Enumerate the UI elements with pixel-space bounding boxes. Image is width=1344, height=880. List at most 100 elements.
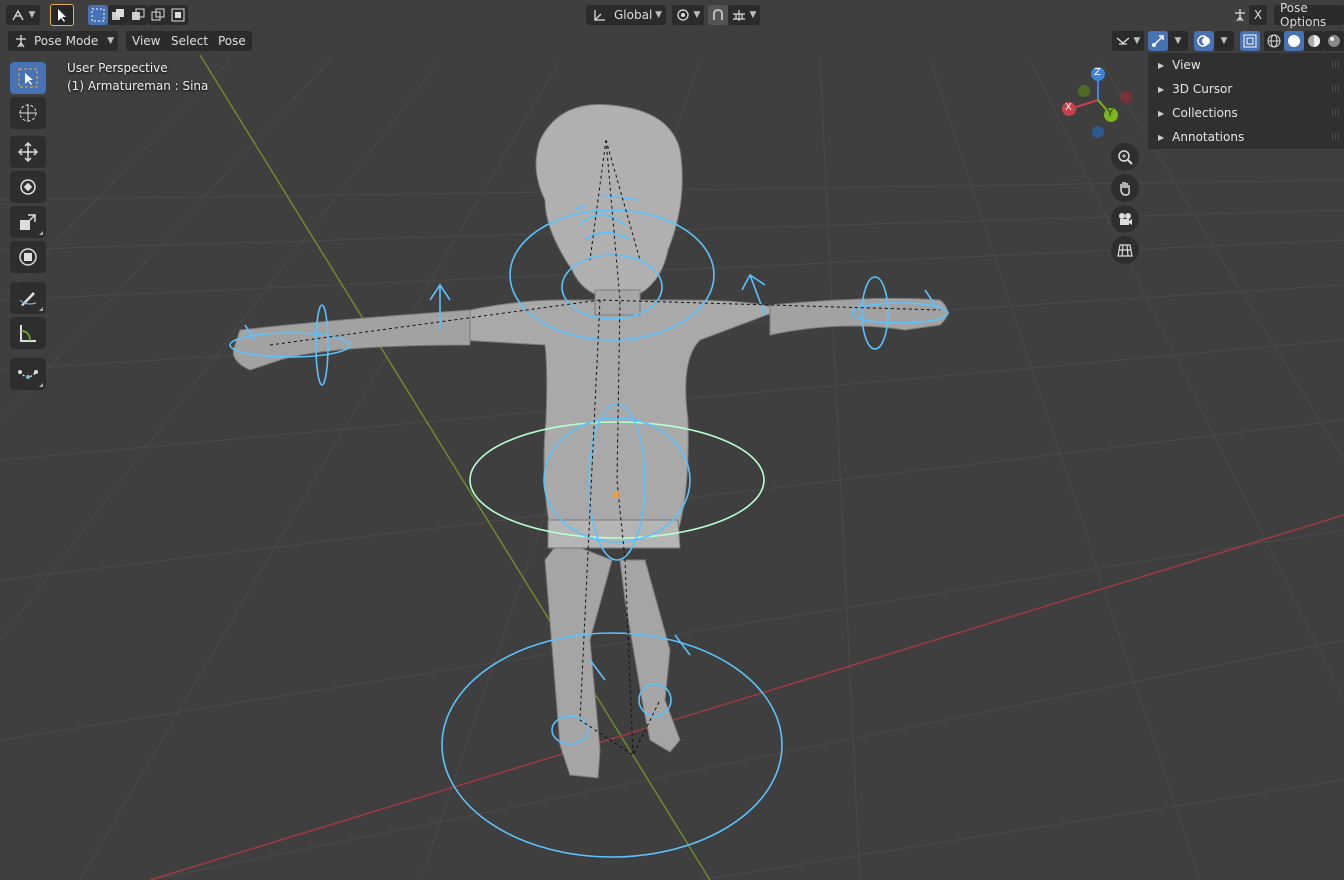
pose-options-dropdown[interactable]: Pose Options bbox=[1274, 1, 1344, 29]
annotate-icon bbox=[19, 292, 37, 306]
select-subtract-icon bbox=[132, 8, 145, 20]
transform-tool[interactable] bbox=[10, 241, 46, 273]
camera-view-button[interactable] bbox=[1111, 205, 1139, 233]
perspective-label: User Perspective bbox=[67, 61, 168, 75]
select-mode-extend[interactable] bbox=[108, 5, 128, 25]
tool-settings-dropdown[interactable]: ▼ bbox=[6, 5, 40, 25]
mode-label: Pose Mode bbox=[34, 34, 99, 48]
rotate-icon bbox=[20, 179, 36, 195]
gizmo-y-label: Y bbox=[1107, 108, 1114, 119]
panel-3d-cursor[interactable]: ▶ 3D Cursor bbox=[1148, 77, 1344, 101]
viewport-scene bbox=[0, 54, 1344, 880]
gizmo-icon bbox=[1152, 35, 1164, 47]
select-mode-intersect[interactable] bbox=[168, 5, 188, 25]
pivot-icon bbox=[676, 9, 689, 21]
pan-button[interactable] bbox=[1111, 174, 1139, 202]
gizmo-dropdown[interactable]: ▼ bbox=[1168, 31, 1188, 51]
camera-icon bbox=[1119, 213, 1132, 225]
transform-icon bbox=[19, 248, 37, 266]
pivot-point-dropdown[interactable]: ▼ bbox=[672, 5, 704, 25]
snap-increment-icon bbox=[732, 10, 745, 21]
snap-target-dropdown[interactable]: ▼ bbox=[728, 5, 760, 25]
tool-header: ▼ Global ▼ ▼ ▼ X Pose Options bbox=[0, 0, 1344, 30]
select-box-tool[interactable] bbox=[10, 62, 46, 94]
zoom-button[interactable] bbox=[1111, 143, 1139, 171]
gizmo-z-label: Z bbox=[1094, 67, 1101, 78]
grid-icon bbox=[1117, 244, 1133, 257]
projection-toggle-button[interactable] bbox=[1111, 236, 1139, 264]
rendered-shading-icon bbox=[1328, 35, 1340, 47]
x-mirror-label: X bbox=[1253, 8, 1263, 22]
overlays-dropdown[interactable]: ▼ bbox=[1214, 31, 1234, 51]
panel-view[interactable]: ▶ View bbox=[1148, 53, 1344, 77]
select-extend-icon bbox=[112, 9, 124, 20]
active-tool-button[interactable] bbox=[50, 4, 74, 26]
panel-collections[interactable]: ▶ Collections bbox=[1148, 101, 1344, 125]
rotate-tool[interactable] bbox=[10, 171, 46, 203]
selectability-icon bbox=[1116, 37, 1129, 45]
panel-label: Annotations bbox=[1172, 130, 1245, 144]
shading-rendered[interactable] bbox=[1324, 31, 1344, 51]
expand-arrow-icon: ▶ bbox=[1158, 132, 1165, 142]
transform-orientation-value: Global bbox=[614, 8, 653, 22]
move-icon bbox=[18, 142, 38, 162]
select-invert-icon bbox=[151, 8, 165, 21]
menu-pose[interactable]: Pose bbox=[212, 31, 252, 51]
expand-arrow-icon: ▶ bbox=[1158, 60, 1165, 70]
xray-icon bbox=[1243, 34, 1257, 48]
drag-handle-icon[interactable] bbox=[1332, 133, 1340, 141]
gizmo-x-label: X bbox=[1065, 102, 1072, 113]
active-object-label: (1) Armatureman : Sina bbox=[67, 79, 209, 93]
sidebar: ▶ View ▶ 3D Cursor ▶ Collections ▶ Annot… bbox=[1148, 53, 1344, 149]
overlays-toggle[interactable] bbox=[1194, 31, 1214, 51]
drag-handle-icon[interactable] bbox=[1332, 85, 1340, 93]
orientation-icon bbox=[594, 10, 605, 21]
snap-toggle[interactable] bbox=[708, 5, 728, 25]
xray-toggle[interactable] bbox=[1240, 31, 1260, 51]
select-mode-invert[interactable] bbox=[148, 5, 168, 25]
cursor-tool[interactable] bbox=[10, 97, 46, 129]
scale-tool[interactable] bbox=[10, 206, 46, 238]
arrow-cursor-icon bbox=[58, 9, 66, 22]
measure-tool[interactable] bbox=[10, 317, 46, 349]
shading-wireframe[interactable] bbox=[1264, 31, 1284, 51]
mode-dropdown[interactable]: Pose Mode ▼ bbox=[8, 31, 118, 51]
select-new-icon bbox=[91, 8, 105, 22]
select-intersect-icon bbox=[171, 8, 185, 22]
scale-icon bbox=[20, 214, 36, 230]
shading-solid[interactable] bbox=[1284, 31, 1304, 51]
relax-tool[interactable] bbox=[10, 358, 46, 390]
pose-mode-icon bbox=[16, 35, 26, 48]
relax-icon bbox=[18, 370, 38, 379]
drag-handle-icon[interactable] bbox=[1332, 109, 1340, 117]
select-mode-subtract[interactable] bbox=[128, 5, 148, 25]
select-mode-new[interactable] bbox=[88, 5, 108, 25]
pose-options-icon-button[interactable] bbox=[1230, 5, 1250, 25]
3d-viewport[interactable]: Z X Y User Perspective (1) Armatureman :… bbox=[0, 0, 1344, 880]
shading-material[interactable] bbox=[1304, 31, 1324, 51]
annotate-tool[interactable] bbox=[10, 282, 46, 314]
cursor-icon bbox=[19, 104, 37, 122]
magnet-icon bbox=[713, 8, 723, 20]
drag-handle-icon[interactable] bbox=[1332, 61, 1340, 69]
menu-view[interactable]: View bbox=[126, 31, 167, 51]
x-mirror-toggle[interactable]: X bbox=[1249, 5, 1267, 25]
visibility-dropdown[interactable]: ▼ bbox=[1112, 31, 1144, 51]
zoom-icon bbox=[1118, 150, 1133, 165]
panel-label: 3D Cursor bbox=[1172, 82, 1233, 96]
menu-select[interactable]: Select bbox=[165, 31, 215, 51]
expand-arrow-icon: ▶ bbox=[1158, 108, 1165, 118]
expand-arrow-icon: ▶ bbox=[1158, 84, 1165, 94]
pose-options-label: Pose Options bbox=[1280, 1, 1327, 29]
hand-icon bbox=[1120, 182, 1130, 196]
move-tool[interactable] bbox=[10, 136, 46, 168]
overlays-icon bbox=[1197, 35, 1210, 47]
character-mesh bbox=[232, 103, 948, 779]
viewport-header: Pose Mode ▼ View Select Pose ▼ ▼ ▼ bbox=[0, 30, 1344, 52]
transform-orientation-dropdown[interactable]: Global ▼ bbox=[586, 5, 666, 25]
select-box-icon bbox=[18, 68, 38, 88]
panel-annotations[interactable]: ▶ Annotations bbox=[1148, 125, 1344, 149]
panel-label: View bbox=[1172, 58, 1201, 72]
active-bone-origin bbox=[613, 492, 619, 498]
gizmo-toggle[interactable] bbox=[1148, 31, 1168, 51]
